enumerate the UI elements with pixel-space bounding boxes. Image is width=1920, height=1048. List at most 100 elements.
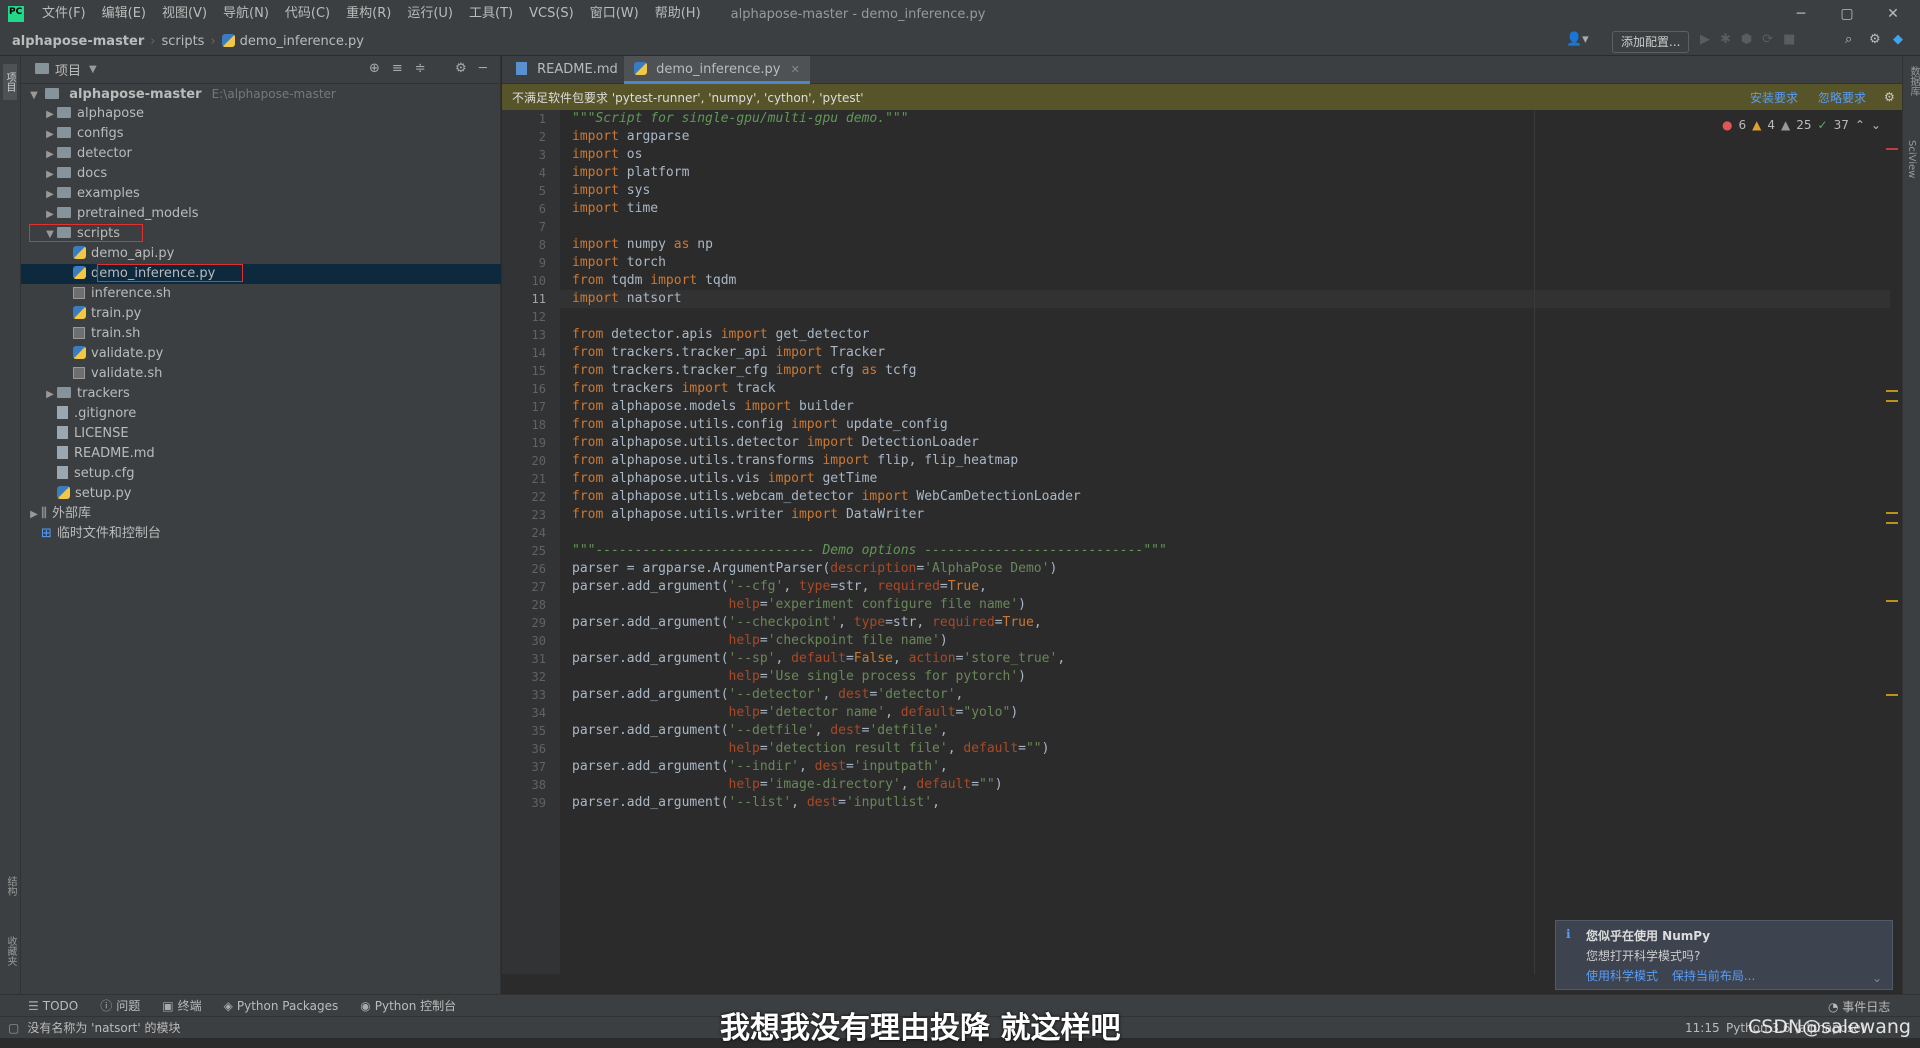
tree-item[interactable]: ▶ trackers [21, 384, 501, 404]
breadcrumb-folder[interactable]: scripts [161, 34, 204, 49]
code-line[interactable]: import time [572, 200, 658, 218]
run-toolbar-icons[interactable]: ▶✱⬢⟳■ [1700, 32, 1805, 47]
menu-item[interactable]: 运行(U) [399, 0, 461, 28]
gear-icon[interactable]: ⚙ [455, 61, 467, 76]
code-line[interactable]: parser = argparse.ArgumentParser(descrip… [572, 560, 1057, 578]
code-editor[interactable]: """Script for single-gpu/multi-gpu demo.… [560, 110, 1890, 974]
keep-layout-link[interactable]: 保持当前布局... [1672, 969, 1755, 983]
code-line[interactable]: import numpy as np [572, 236, 713, 254]
code-line[interactable]: from alphapose.models import builder [572, 398, 854, 416]
code-line[interactable]: from detector.apis import get_detector [572, 326, 869, 344]
project-panel-title[interactable]: 项目 [55, 60, 81, 79]
code-line[interactable]: help='image-directory', default="") [572, 776, 1003, 794]
structure-tool-tab[interactable]: 结构 [3, 876, 18, 896]
code-line[interactable]: import natsort [560, 290, 1890, 308]
project-tool-tab[interactable]: 项目 [3, 64, 17, 100]
chevron-right-icon[interactable]: ▶ [43, 125, 57, 145]
chevron-right-icon[interactable]: ▶ [43, 145, 57, 165]
tree-item[interactable]: ▶ configs [21, 124, 501, 144]
chevron-down-icon[interactable]: ▼ [27, 86, 41, 106]
favorites-tool-tab[interactable]: 收藏夹 [3, 936, 18, 966]
tree-item[interactable]: ▶ examples [21, 184, 501, 204]
code-line[interactable]: import torch [572, 254, 666, 272]
code-line[interactable]: from alphapose.utils.config import updat… [572, 416, 948, 434]
menu-item[interactable]: VCS(S) [521, 0, 582, 28]
chevron-right-icon[interactable]: ▶ [43, 105, 57, 125]
scroll-marker[interactable] [1886, 522, 1898, 524]
chevron-right-icon[interactable]: ▶ [27, 505, 41, 525]
install-requirements-link[interactable]: 安装要求 [1750, 89, 1798, 106]
bottom-tool-button[interactable]: ▣ 终端 [162, 997, 201, 1014]
tree-item[interactable]: train.py [21, 304, 501, 324]
code-line[interactable]: parser.add_argument('--checkpoint', type… [572, 614, 1042, 632]
tree-item[interactable]: inference.sh [21, 284, 501, 304]
tree-item[interactable]: ▶ alphapose [21, 104, 501, 124]
code-line[interactable]: parser.add_argument('--indir', dest='inp… [572, 758, 948, 776]
code-line[interactable]: import platform [572, 164, 689, 182]
gear-icon[interactable]: ⚙ [1884, 90, 1895, 104]
tree-item[interactable]: ▶ ⫼ 外部库 [21, 504, 501, 524]
tree-item[interactable]: .gitignore [21, 404, 501, 424]
chevron-right-icon[interactable]: ▶ [43, 165, 57, 185]
code-line[interactable]: from trackers import track [572, 380, 776, 398]
database-tool-tab[interactable]: 数据库 [1906, 66, 1920, 96]
chevron-right-icon[interactable]: ▶ [43, 185, 57, 205]
tree-item[interactable]: README.md [21, 444, 501, 464]
menu-item[interactable]: 视图(V) [154, 0, 215, 28]
use-scientific-mode-link[interactable]: 使用科学模式 [1586, 969, 1658, 983]
scroll-marker-error[interactable] [1886, 148, 1898, 150]
menu-item[interactable]: 编辑(E) [94, 0, 154, 28]
code-line[interactable]: """---------------------------- Demo opt… [572, 542, 1167, 560]
code-line[interactable]: from trackers.tracker_api import Tracker [572, 344, 885, 362]
tree-item[interactable]: ▶ detector [21, 144, 501, 164]
menu-item[interactable]: 工具(T) [461, 0, 521, 28]
menu-item[interactable]: 文件(F) [34, 0, 94, 28]
code-line[interactable]: import sys [572, 182, 650, 200]
ide-update-icon[interactable]: ◆ [1893, 32, 1903, 47]
tree-item[interactable]: ▶ docs [21, 164, 501, 184]
bottom-tool-button[interactable]: ◉ Python 控制台 [360, 997, 456, 1014]
menu-item[interactable]: 代码(C) [277, 0, 338, 28]
chevron-down-icon[interactable]: ⌄ [1872, 971, 1882, 985]
hide-icon[interactable]: ─ [479, 61, 487, 76]
tree-item[interactable]: LICENSE [21, 424, 501, 444]
chevron-right-icon[interactable]: ▶ [43, 205, 57, 225]
tree-root[interactable]: ▼ alphapose-master E:\alphapose-master [21, 84, 501, 104]
breadcrumb-file[interactable]: demo_inference.py [240, 34, 364, 49]
scroll-marker[interactable] [1886, 390, 1898, 392]
tree-item[interactable]: demo_inference.py [21, 264, 501, 284]
bottom-tool-button[interactable]: ◈ Python Packages [224, 999, 339, 1013]
tree-item[interactable]: validate.sh [21, 364, 501, 384]
caret-position[interactable]: 11:15 [1685, 1021, 1720, 1035]
ignore-requirements-link[interactable]: 忽略要求 [1818, 89, 1866, 106]
chevron-down-icon[interactable]: ⌄ [1871, 118, 1881, 134]
inspection-widget[interactable]: ● 6 ▲ 4 ▲ 25 ✓ 37 ⌃ ⌄ [1722, 118, 1881, 134]
maximize-button[interactable]: ▢ [1824, 0, 1870, 28]
code-line[interactable]: help='Use single process for pytorch') [572, 668, 1026, 686]
gear-icon[interactable]: ⚙ [1869, 32, 1881, 47]
scroll-marker[interactable] [1886, 512, 1898, 514]
scroll-marker[interactable] [1886, 400, 1898, 402]
close-tab-icon[interactable]: ✕ [791, 63, 800, 76]
scroll-marker[interactable] [1886, 600, 1898, 602]
code-line[interactable]: help='experiment configure file name') [572, 596, 1026, 614]
bottom-tool-button[interactable]: ☰ TODO [28, 999, 78, 1013]
tab-demo-inference[interactable]: demo_inference.py ✕ [624, 56, 810, 84]
code-line[interactable]: help='checkpoint file name') [572, 632, 948, 650]
code-line[interactable]: from alphapose.utils.vis import getTime [572, 470, 877, 488]
tree-item[interactable]: setup.cfg [21, 464, 501, 484]
chevron-right-icon[interactable]: ▶ [43, 385, 57, 405]
code-line[interactable]: help='detection result file', default=""… [572, 740, 1050, 758]
chevron-up-icon[interactable]: ⌃ [1855, 118, 1865, 134]
numpy-notification[interactable]: ℹ 您似乎在使用 NumPy 您想打开科学模式吗? 使用科学模式 保持当前布局.… [1555, 920, 1893, 990]
breadcrumb-root[interactable]: alphapose-master [12, 34, 144, 49]
code-line[interactable]: from alphapose.utils.detector import Det… [572, 434, 979, 452]
code-line[interactable]: parser.add_argument('--cfg', type=str, r… [572, 578, 987, 596]
menu-item[interactable]: 重构(R) [338, 0, 399, 28]
event-log-button[interactable]: ◔ 事件日志 [1828, 998, 1890, 1015]
code-line[interactable]: help='detector name', default="yolo") [572, 704, 1019, 722]
code-line[interactable]: parser.add_argument('--list', dest='inpu… [572, 794, 940, 812]
sciview-tool-tab[interactable]: SciView [1906, 140, 1917, 178]
code-line[interactable]: from trackers.tracker_cfg import cfg as … [572, 362, 916, 380]
tree-item[interactable]: validate.py [21, 344, 501, 364]
